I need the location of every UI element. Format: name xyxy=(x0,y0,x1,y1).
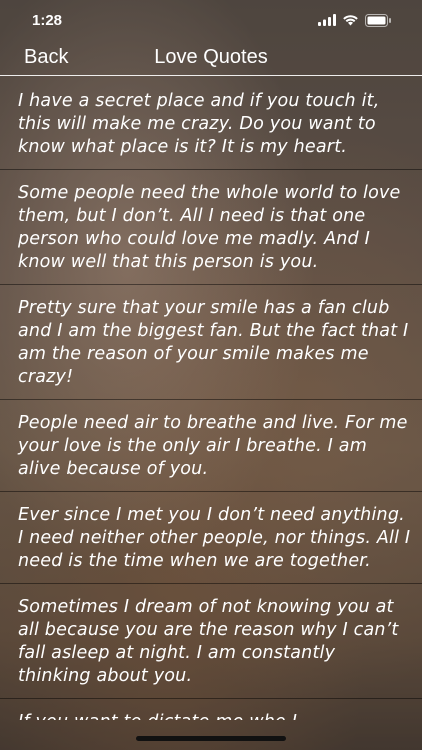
list-item[interactable]: If you want to dictate me who I xyxy=(0,699,422,720)
status-bar: 1:28 xyxy=(0,0,422,40)
list-item[interactable]: Some people need the whole world to love… xyxy=(0,170,422,285)
page-title: Love Quotes xyxy=(154,46,268,68)
cellular-signal-icon xyxy=(318,14,336,26)
wifi-icon xyxy=(343,15,358,26)
list-item[interactable]: Ever since I met you I don’t need anythi… xyxy=(0,492,422,584)
quote-text: People need air to breathe and live. For… xyxy=(18,413,408,479)
quote-text: If you want to dictate me who I xyxy=(18,711,412,720)
status-time: 1:28 xyxy=(32,11,63,29)
quote-text: I have a secret place and if you touch i… xyxy=(18,91,380,157)
home-indicator xyxy=(136,736,286,741)
quote-text: Some people need the whole world to love… xyxy=(18,183,401,272)
quote-list[interactable]: I have a secret place and if you touch i… xyxy=(0,78,422,720)
status-icons xyxy=(318,13,392,27)
quote-text: Ever since I met you I don’t need anythi… xyxy=(18,505,411,571)
battery-icon xyxy=(365,13,391,27)
list-item[interactable]: People need air to breathe and live. For… xyxy=(0,400,422,492)
list-item[interactable]: Sometimes I dream of not knowing you at … xyxy=(0,584,422,699)
quote-text: Sometimes I dream of not knowing you at … xyxy=(18,597,399,686)
quote-text: Pretty sure that your smile has a fan cl… xyxy=(18,298,409,387)
navigation-bar: Back Love Quotes xyxy=(0,40,422,76)
list-item[interactable]: I have a secret place and if you touch i… xyxy=(0,78,422,170)
list-item[interactable]: Pretty sure that your smile has a fan cl… xyxy=(0,285,422,400)
